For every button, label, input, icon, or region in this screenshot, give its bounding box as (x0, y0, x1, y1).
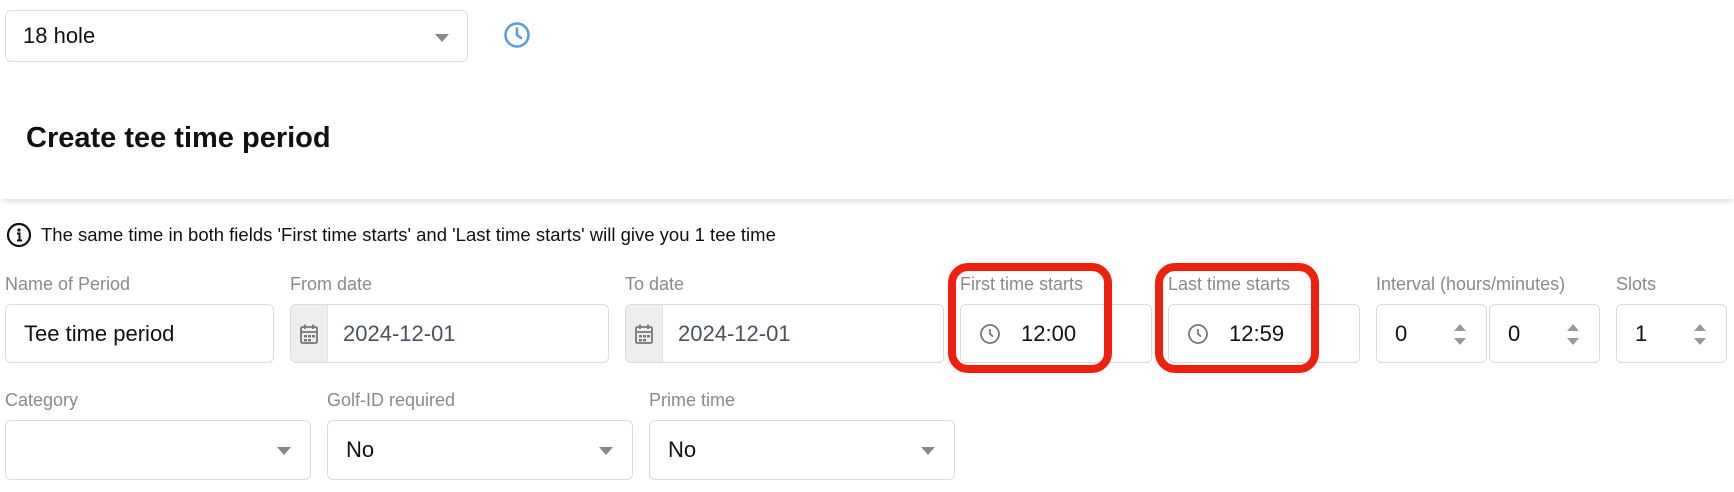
name-input-value: Tee time period (24, 320, 175, 346)
course-select[interactable]: 18 hole (5, 10, 468, 62)
last-time-highlight (1155, 263, 1319, 373)
clock-icon[interactable] (503, 21, 531, 49)
prime-time-select[interactable]: No (649, 420, 955, 480)
golfid-label: Golf-ID required (327, 390, 456, 410)
chevron-down-icon (277, 447, 291, 455)
interval-minutes-input[interactable]: 0 (1489, 304, 1600, 363)
slots-label: Slots (1616, 274, 1657, 294)
slots-input[interactable]: 1 (1616, 304, 1727, 363)
category-select[interactable] (5, 420, 311, 480)
interval-hours-input[interactable]: 0 (1376, 304, 1487, 363)
number-spinner[interactable] (1694, 324, 1706, 345)
number-spinner[interactable] (1454, 324, 1466, 345)
to-date-value: 2024-12-01 (678, 320, 791, 346)
to-date-input[interactable]: 2024-12-01 (625, 304, 944, 363)
from-date-label: From date (290, 274, 373, 294)
from-date-input[interactable]: 2024-12-01 (290, 304, 609, 363)
interval-minutes-value: 0 (1508, 320, 1521, 346)
golfid-select-value: No (346, 437, 375, 462)
to-date-label: To date (625, 274, 685, 294)
chevron-down-icon (599, 447, 613, 455)
calendar-icon (626, 305, 663, 362)
prime-time-label: Prime time (649, 390, 736, 410)
slots-value: 1 (1635, 320, 1648, 346)
interval-label: Interval (hours/minutes) (1376, 274, 1566, 294)
prime-time-select-value: No (668, 437, 697, 462)
page-title: Create tee time period (26, 122, 331, 154)
name-input[interactable]: Tee time period (5, 304, 274, 363)
info-icon (6, 222, 32, 248)
golfid-select[interactable]: No (327, 420, 633, 480)
course-select-value: 18 hole (23, 23, 96, 48)
category-label: Category (5, 390, 79, 410)
interval-hours-value: 0 (1395, 320, 1408, 346)
header-card: Create tee time period (0, 92, 1734, 199)
chevron-down-icon (921, 447, 935, 455)
calendar-icon (291, 305, 328, 362)
first-time-highlight (948, 263, 1112, 373)
number-spinner[interactable] (1567, 324, 1579, 345)
info-text: The same time in both fields 'First time… (41, 224, 776, 245)
chevron-down-icon (435, 34, 449, 42)
from-date-value: 2024-12-01 (343, 320, 456, 346)
name-label: Name of Period (5, 274, 131, 294)
